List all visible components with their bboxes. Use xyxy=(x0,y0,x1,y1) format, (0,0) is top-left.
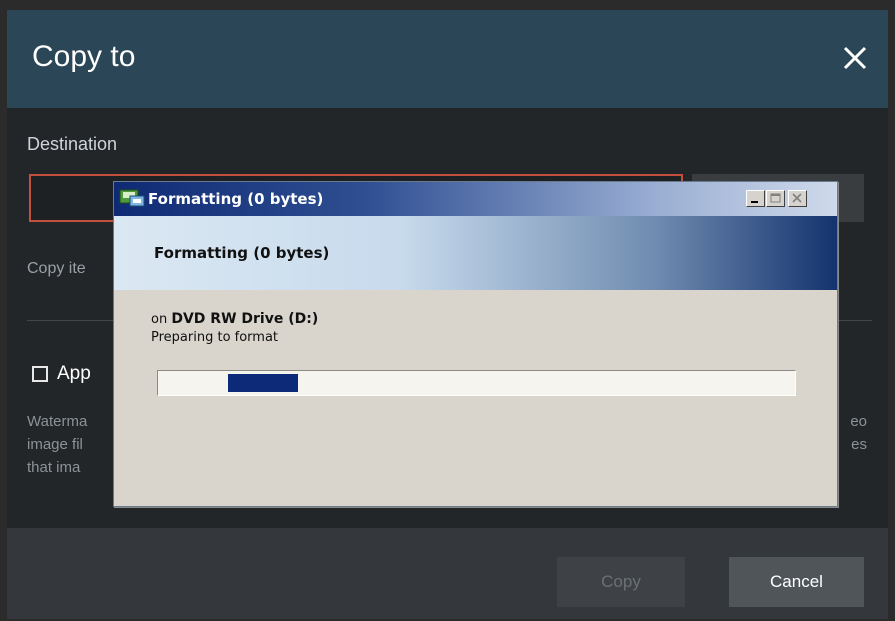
progress-marquee xyxy=(228,374,298,392)
drive-name: DVD RW Drive (D:) xyxy=(171,311,319,327)
maximize-button[interactable] xyxy=(766,190,785,207)
format-disk-icon xyxy=(119,189,145,207)
on-prefix: on xyxy=(151,312,168,327)
description-text: es xyxy=(851,436,867,453)
close-button[interactable] xyxy=(837,40,873,76)
apply-checkbox[interactable] xyxy=(32,366,48,382)
maximize-icon xyxy=(770,193,781,203)
copy-items-hint: Copy ite xyxy=(27,260,86,277)
apply-label: App xyxy=(57,363,91,384)
description-text: eo xyxy=(850,413,867,430)
destination-label: Destination xyxy=(27,134,118,154)
minimize-icon xyxy=(751,201,758,203)
apply-watermark-option[interactable]: App xyxy=(32,362,91,386)
description-text: that ima xyxy=(27,459,81,476)
dialog-footer: Copy Cancel xyxy=(7,528,888,619)
drive-line: on DVD RW Drive (D:) xyxy=(151,311,318,327)
window-close-button[interactable] xyxy=(788,190,807,207)
close-icon xyxy=(792,193,802,203)
dialog-title: Copy to xyxy=(32,40,136,73)
description-text: image fil xyxy=(27,436,83,453)
description-text: Waterma xyxy=(27,413,88,430)
title-bar[interactable]: Formatting (0 bytes) xyxy=(114,182,837,216)
window-title: Formatting (0 bytes) xyxy=(148,190,324,208)
dialog-header: Copy to xyxy=(7,10,888,108)
cancel-button[interactable]: Cancel xyxy=(729,557,864,607)
status-text: Preparing to format xyxy=(151,330,279,345)
formatting-dialog: Formatting (0 bytes) Formatting (0 bytes… xyxy=(113,181,838,507)
minimize-button[interactable] xyxy=(746,190,765,207)
copy-button[interactable]: Copy xyxy=(557,557,685,607)
close-icon xyxy=(843,46,867,70)
header-banner: Formatting (0 bytes) xyxy=(114,216,837,290)
progress-bar xyxy=(157,370,796,396)
banner-title: Formatting (0 bytes) xyxy=(154,244,330,262)
